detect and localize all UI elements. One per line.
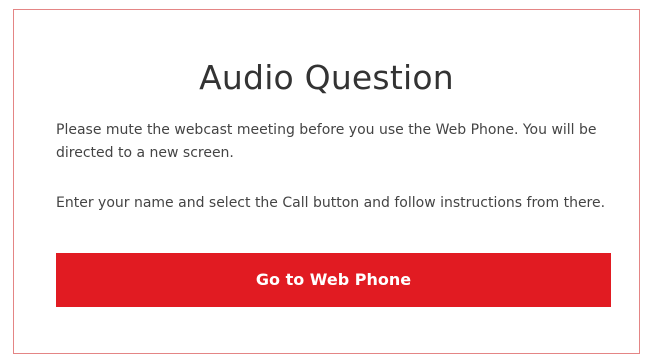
dialog-title: Audio Question bbox=[199, 58, 454, 97]
go-to-web-phone-button[interactable]: Go to Web Phone bbox=[56, 253, 611, 307]
call-instruction-text: Enter your name and select the Call butt… bbox=[56, 195, 606, 211]
audio-question-panel: Audio Question Please mute the webcast m… bbox=[13, 9, 640, 354]
mute-instruction-text: Please mute the webcast meeting before y… bbox=[56, 122, 597, 161]
